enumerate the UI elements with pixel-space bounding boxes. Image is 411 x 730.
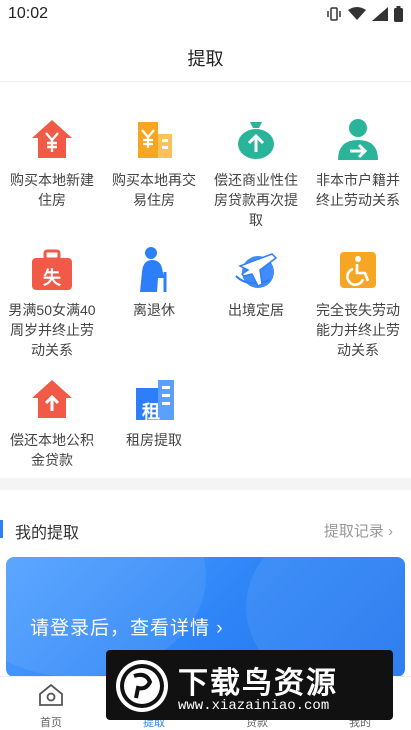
watermark-logo-icon [116, 660, 168, 712]
grid-item-label: 出境定居 [228, 302, 284, 318]
grid-item-non-local-resident[interactable]: 非本市户籍并终止劳动关系 [308, 116, 408, 210]
grid-item-label: 离退休 [133, 302, 175, 318]
grid-item-emigrate[interactable]: 出境定居 [206, 246, 306, 320]
status-icons [326, 6, 403, 22]
tab-label: 首页 [40, 717, 62, 729]
status-bar: 10:02 [0, 0, 411, 30]
grid-item-rent[interactable]: 租 租房提取 [104, 376, 204, 450]
login-prompt[interactable]: 请登录后，查看详情 › [30, 613, 224, 640]
section-accent-bar [0, 520, 3, 538]
grid-item-disability[interactable]: 完全丧失劳动能力并终止劳动关系 [308, 246, 408, 360]
section-title: 我的提取 [15, 525, 80, 542]
elder-cane-icon [140, 247, 167, 292]
grid-item-label: 偿还本地公积金贷款 [10, 432, 94, 468]
nav-bar: 提取 [0, 30, 411, 82]
grid-item-label: 男满50女满40周岁并终止劳动关系 [8, 302, 96, 358]
grid-item-retirement[interactable]: 离退休 [104, 246, 204, 320]
money-bag-up-icon [238, 122, 274, 159]
signal-icon [372, 7, 388, 21]
grid-item-label: 租房提取 [126, 432, 182, 448]
grid-item-buy-resale-house[interactable]: 购买本地再交易住房 [104, 116, 204, 210]
wheelchair-icon [340, 252, 376, 288]
grid-item-label: 非本市户籍并终止劳动关系 [316, 172, 400, 208]
watermark-overlay: 下载鸟资源 www.xiazainiao.com [106, 650, 393, 720]
briefcase-char: 失 [43, 268, 61, 288]
grid-item-label: 购买本地新建住房 [10, 172, 94, 208]
watermark-title: 下载鸟资源 [178, 667, 338, 700]
house-yuan-icon [32, 120, 72, 158]
grid-item-buy-new-house[interactable]: 购买本地新建住房 [2, 116, 102, 210]
rent-char: 租 [142, 402, 160, 422]
status-time: 10:02 [8, 5, 49, 22]
person-arrow-icon [338, 119, 378, 160]
watermark-url: www.xiazainiao.com [178, 698, 330, 714]
tab-home[interactable]: 首页 [11, 683, 91, 730]
withdraw-records-link[interactable]: 提取记录 › [324, 520, 393, 541]
grid-item-label: 完全丧失劳动能力并终止劳动关系 [316, 302, 400, 358]
wifi-icon [348, 7, 366, 20]
building-yuan-icon [138, 122, 172, 158]
airplane-globe-icon [235, 253, 278, 288]
my-withdraw-header: 我的提取 提取记录 › [0, 516, 411, 544]
vibrate-icon [327, 7, 341, 21]
grid-item-label: 偿还商业性住房贷款再次提取 [214, 172, 298, 228]
home-icon [39, 683, 63, 706]
section-divider [0, 478, 411, 490]
grid-item-repay-commercial-loan[interactable]: 偿还商业性住房贷款再次提取 [206, 116, 306, 230]
grid-item-age-terminated[interactable]: 失 男满50女满40周岁并终止劳动关系 [2, 246, 102, 360]
house-up-icon [32, 380, 72, 418]
grid-item-label: 购买本地再交易住房 [112, 172, 196, 208]
battery-icon [394, 6, 403, 22]
page-title: 提取 [187, 49, 224, 69]
grid-item-repay-local-loan[interactable]: 偿还本地公积金贷款 [2, 376, 102, 470]
